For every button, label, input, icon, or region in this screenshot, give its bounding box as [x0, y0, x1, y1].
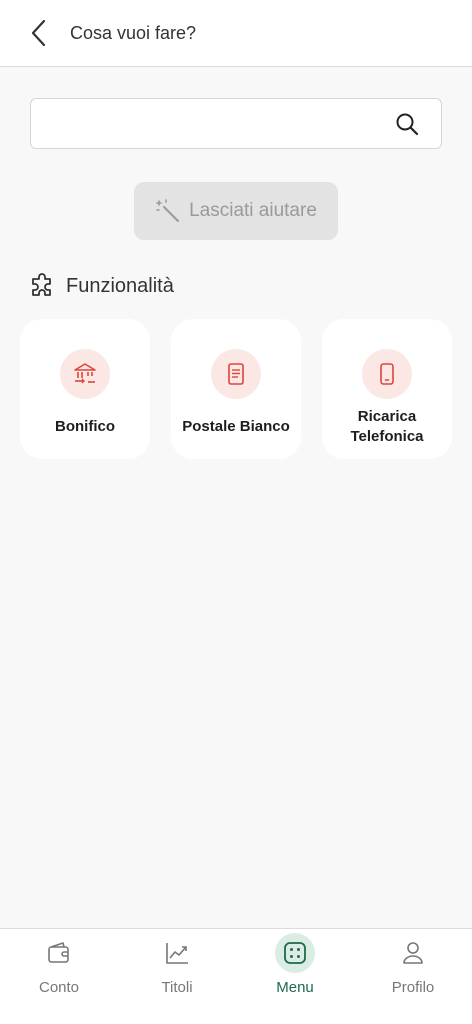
nav-item-titoli[interactable]: Titoli	[118, 929, 236, 1024]
user-icon	[403, 942, 423, 964]
document-icon	[228, 363, 244, 385]
nav-label: Titoli	[161, 979, 193, 996]
search-icon[interactable]	[395, 112, 419, 136]
tile-label: Ricarica Telefonica	[350, 408, 424, 445]
help-button-label: Lasciati aiutare	[189, 200, 317, 221]
nav-icon-container	[275, 933, 315, 973]
help-button[interactable]: Lasciati aiutare	[134, 182, 338, 240]
tile-postale-bianco[interactable]: Postale Bianco	[171, 319, 301, 459]
nav-label: Menu	[276, 979, 314, 996]
tile-icon-background	[362, 349, 412, 399]
nav-icon-container	[157, 933, 197, 973]
nav-icon-container	[393, 933, 433, 973]
app-header: Cosa vuoi fare?	[0, 0, 472, 67]
section-header: Funzionalità	[30, 270, 174, 302]
tile-bonifico[interactable]: Bonifico	[20, 319, 150, 459]
page-title: Cosa vuoi fare?	[70, 22, 197, 43]
nav-label: Conto	[38, 979, 80, 996]
nav-item-menu[interactable]: Menu	[236, 929, 354, 1024]
bank-transfer-icon	[74, 363, 96, 384]
search-input[interactable]	[43, 107, 383, 141]
puzzle-icon	[32, 273, 51, 296]
search-field[interactable]	[30, 98, 442, 149]
menu-grid-icon	[284, 942, 306, 964]
tile-ricarica-telefonica[interactable]: Ricarica Telefonica	[322, 319, 452, 459]
tile-icon-background	[211, 349, 261, 399]
nav-item-conto[interactable]: Conto	[0, 929, 118, 1024]
back-button[interactable]	[18, 13, 58, 53]
section-title: Funzionalità	[66, 274, 174, 297]
tile-label: Postale Bianco	[182, 418, 290, 435]
nav-icon-container	[39, 933, 79, 973]
wallet-icon	[48, 942, 69, 963]
tile-icon-background	[60, 349, 110, 399]
tile-label: Bonifico	[55, 418, 115, 435]
chevron-left-icon	[31, 19, 46, 47]
smartphone-icon	[380, 363, 394, 385]
nav-item-profilo[interactable]: Profilo	[354, 929, 472, 1024]
magic-wand-icon	[156, 199, 180, 222]
bottom-navigation: Conto Titoli Menu Profilo	[0, 928, 472, 1024]
chart-line-icon	[166, 943, 188, 964]
nav-label: Profilo	[391, 979, 435, 996]
